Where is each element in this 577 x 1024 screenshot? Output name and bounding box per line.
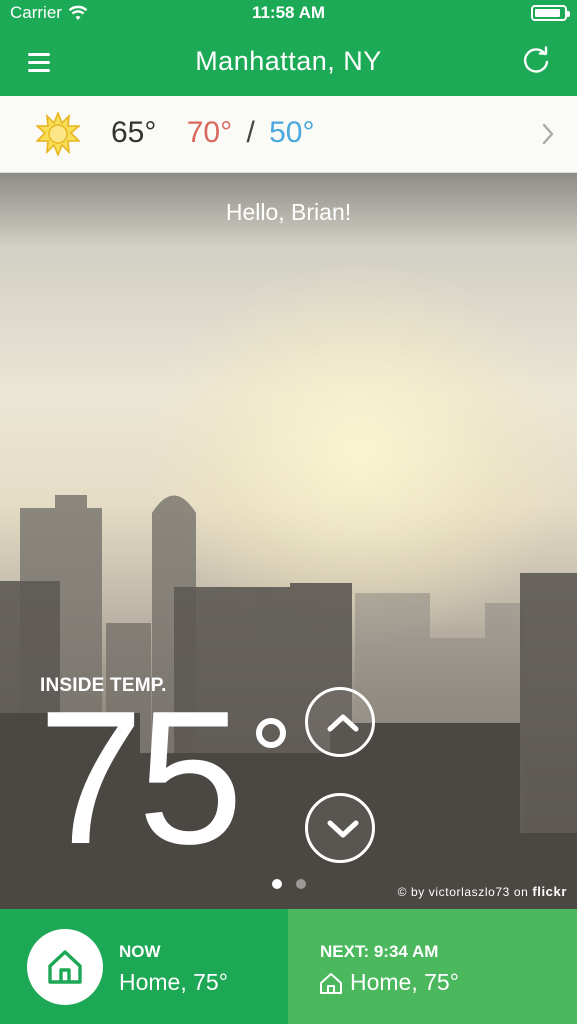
home-icon bbox=[320, 973, 342, 994]
inside-temp-value: 75 bbox=[38, 672, 243, 884]
refresh-button[interactable] bbox=[521, 46, 551, 76]
hero-panel[interactable]: Hello, Brian! INSIDE TEMP. 75 © by victo… bbox=[0, 173, 577, 909]
current-temp: 65° bbox=[111, 116, 157, 149]
now-value: Home, 75° bbox=[119, 969, 228, 995]
decrease-temp-button[interactable] bbox=[305, 793, 375, 863]
degree-symbol bbox=[256, 718, 286, 748]
photo-credit-text: © by victorlaszlo73 on bbox=[397, 885, 533, 899]
page-dot[interactable] bbox=[271, 879, 282, 889]
next-label: NEXT: 9:34 AM bbox=[320, 942, 439, 961]
photo-credit[interactable]: © by victorlaszlo73 on flickr bbox=[398, 884, 567, 899]
battery-level bbox=[535, 9, 560, 17]
chevron-right-icon bbox=[542, 123, 554, 145]
battery-icon bbox=[531, 5, 570, 21]
now-schedule[interactable]: NOW Home, 75° bbox=[0, 909, 288, 1024]
refresh-icon bbox=[523, 46, 549, 73]
chevron-down-icon bbox=[327, 820, 359, 838]
increase-temp-button[interactable] bbox=[305, 687, 375, 757]
greeting-text: Hello, Brian! bbox=[225, 199, 352, 225]
next-value: Home, 75° bbox=[350, 969, 459, 995]
now-label: NOW bbox=[119, 942, 161, 961]
weather-temps: 65° 70° / 50° bbox=[111, 116, 315, 150]
home-button[interactable] bbox=[27, 929, 103, 1005]
high-temp: 70° bbox=[186, 116, 233, 149]
weather-summary[interactable]: 65° 70° / 50° bbox=[0, 96, 577, 173]
next-schedule[interactable]: NEXT: 9:34 AM Home, 75° bbox=[288, 909, 577, 1024]
schedule-bar: NOW Home, 75° NEXT: 9:34 AM Home, 75° bbox=[0, 909, 577, 1024]
low-temp: 50° bbox=[269, 116, 315, 149]
nav-bar: Manhattan, NY bbox=[0, 36, 577, 88]
sun-icon bbox=[36, 112, 80, 156]
home-icon bbox=[48, 950, 82, 984]
chevron-up-icon bbox=[327, 714, 359, 732]
flickr-label: flickr bbox=[532, 884, 567, 899]
status-time: 11:58 AM bbox=[251, 3, 326, 22]
page-dot[interactable] bbox=[295, 879, 306, 889]
status-bar: Carrier 11:58 AM bbox=[0, 0, 577, 28]
app-header: Carrier 11:58 AM Manhattan, NY bbox=[0, 0, 577, 96]
temp-separator: / bbox=[246, 116, 255, 149]
location-title: Manhattan, NY bbox=[195, 46, 382, 76]
